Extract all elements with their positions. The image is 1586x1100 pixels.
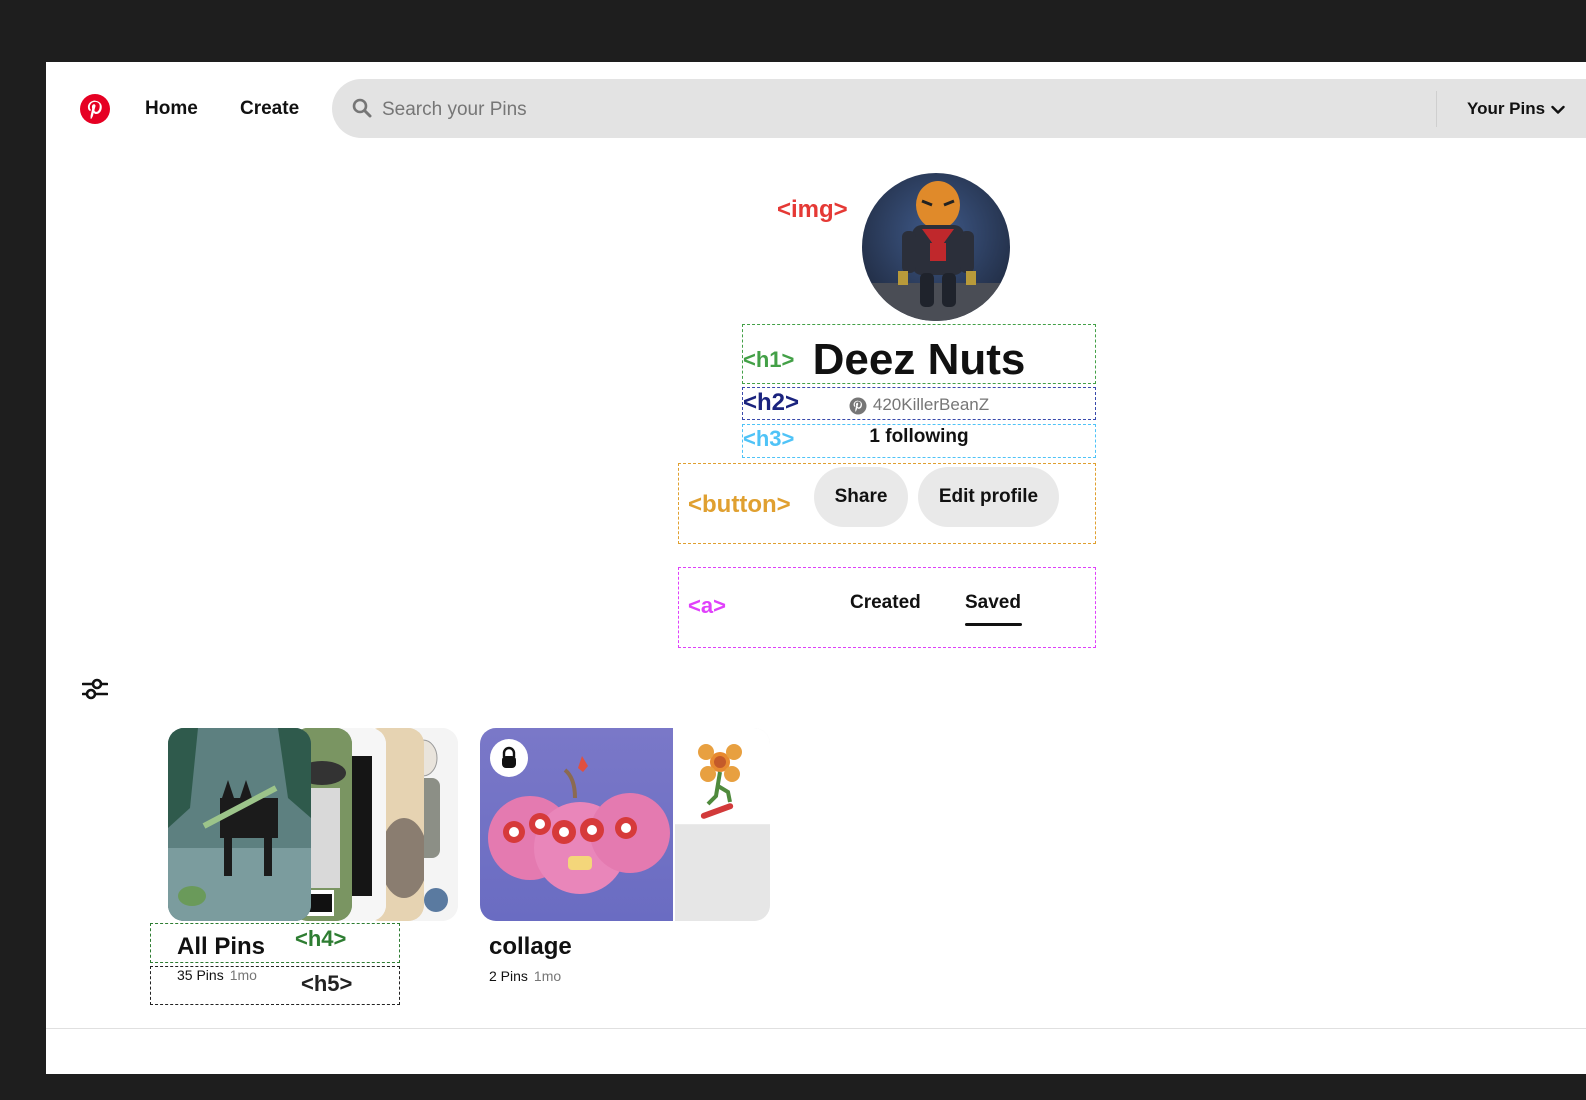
pinterest-small-icon: [849, 397, 867, 415]
annotation-button-label: <button>: [688, 491, 791, 518]
annotation-h5-label: <h5>: [301, 971, 353, 996]
search-divider: [1436, 91, 1437, 127]
tab-created[interactable]: Created: [850, 592, 921, 614]
board-meta: 2 Pins 1mo: [489, 968, 561, 984]
annotation-img-label: <img>: [777, 196, 848, 223]
board-pin-count: 2 Pins: [489, 968, 528, 984]
nav-home-link[interactable]: Home: [145, 98, 198, 120]
tab-saved[interactable]: Saved: [965, 592, 1021, 614]
secret-badge: [490, 739, 528, 777]
your-pins-dropdown[interactable]: Your Pins: [1467, 99, 1565, 119]
board-age: 1mo: [229, 967, 257, 983]
lock-icon: [502, 746, 516, 768]
search-bar[interactable]: Your Pins: [332, 79, 1586, 140]
board-collage[interactable]: collage 2 Pins 1mo: [480, 728, 770, 988]
page: Home Create Your Pins <img>: [46, 62, 1586, 1074]
board-all-pins[interactable]: ~ <h4>: [150, 728, 468, 1008]
avatar: [862, 173, 1010, 321]
profile-username: 420KillerBeanZ: [742, 388, 1096, 422]
edit-profile-button[interactable]: Edit profile: [918, 467, 1059, 527]
board-age: 1mo: [533, 968, 562, 984]
following-count[interactable]: 1 following: [742, 424, 1096, 450]
nav-create-link[interactable]: Create: [240, 98, 299, 120]
filter-sliders-icon[interactable]: [82, 676, 108, 702]
board-meta: 35 Pins 1mo: [177, 967, 257, 983]
board-cover-image: [168, 728, 311, 921]
board-pin-count: 35 Pins: [177, 967, 224, 983]
board-title: collage: [489, 933, 572, 960]
profile-username-text: 420KillerBeanZ: [872, 395, 990, 414]
board-title: All Pins: [177, 933, 266, 960]
annotation-a-label: <a>: [688, 593, 726, 618]
profile-name: Deez Nuts: [812, 335, 1026, 384]
tab-active-underline: [965, 623, 1022, 626]
share-button[interactable]: Share: [814, 467, 908, 527]
search-input[interactable]: [380, 79, 1384, 140]
chevron-down-icon: [1551, 105, 1565, 114]
annotation-h4-label: <h4>: [295, 926, 347, 951]
pinterest-logo-icon[interactable]: [80, 94, 110, 124]
footer-divider: [46, 1028, 1586, 1029]
your-pins-label: Your Pins: [1467, 99, 1546, 118]
search-icon: [352, 98, 372, 118]
